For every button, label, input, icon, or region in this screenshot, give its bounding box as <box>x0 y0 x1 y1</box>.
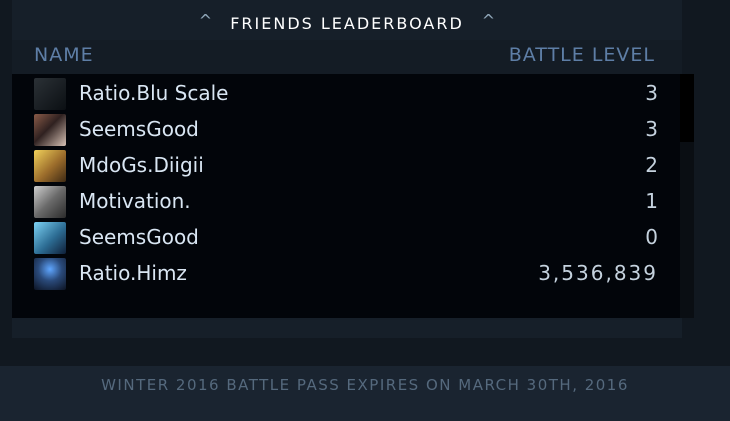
avatar <box>34 78 66 110</box>
battle-level-value: 0 <box>645 225 658 249</box>
leaderboard-row[interactable]: SeemsGood 3 <box>12 112 682 148</box>
player-name: Ratio.Himz <box>79 261 187 285</box>
leaderboard-list: Ratio.Blu Scale 3 SeemsGood 3 MdoGs.Diig… <box>12 74 682 318</box>
avatar <box>34 150 66 182</box>
avatar <box>34 222 66 254</box>
battle-pass-footer: WINTER 2016 BATTLE PASS EXPIRES ON MARCH… <box>0 366 730 421</box>
player-name: Ratio.Blu Scale <box>79 81 229 105</box>
leaderboard-row[interactable]: Ratio.Himz 3,536,839 <box>12 256 682 292</box>
leaderboard-row[interactable]: MdoGs.Diigii 2 <box>12 148 682 184</box>
battle-level-value: 2 <box>645 153 658 177</box>
leaderboard-row[interactable]: Motivation. 1 <box>12 184 682 220</box>
leaderboard-title: FRIENDS LEADERBOARD <box>230 13 464 33</box>
player-name: MdoGs.Diigii <box>79 153 204 177</box>
battle-level-value: 3 <box>645 81 658 105</box>
avatar <box>34 186 66 218</box>
leaderboard-scrollbar[interactable] <box>680 74 694 318</box>
column-headers: NAME BATTLE LEVEL <box>12 40 682 74</box>
player-name: SeemsGood <box>79 117 199 141</box>
battle-level-value: 3 <box>645 117 658 141</box>
chevron-up-icon[interactable]: ^ <box>199 13 212 29</box>
avatar <box>34 258 66 290</box>
leaderboard-row[interactable]: Ratio.Blu Scale 3 <box>12 76 682 112</box>
battle-level-column-header: BATTLE LEVEL <box>508 44 655 66</box>
battle-pass-expiry-text: WINTER 2016 BATTLE PASS EXPIRES ON MARCH… <box>101 376 629 394</box>
player-name: SeemsGood <box>79 225 199 249</box>
scrollbar-thumb[interactable] <box>680 74 694 142</box>
leaderboard-row[interactable]: SeemsGood 0 <box>12 220 682 256</box>
battle-level-value: 1 <box>645 189 658 213</box>
chevron-up-icon[interactable]: ^ <box>482 13 495 29</box>
avatar <box>34 114 66 146</box>
name-column-header: NAME <box>34 44 94 66</box>
battle-level-value: 3,536,839 <box>538 261 658 285</box>
friends-leaderboard-panel: ^ FRIENDS LEADERBOARD ^ NAME BATTLE LEVE… <box>12 0 694 338</box>
player-name: Motivation. <box>79 189 191 213</box>
